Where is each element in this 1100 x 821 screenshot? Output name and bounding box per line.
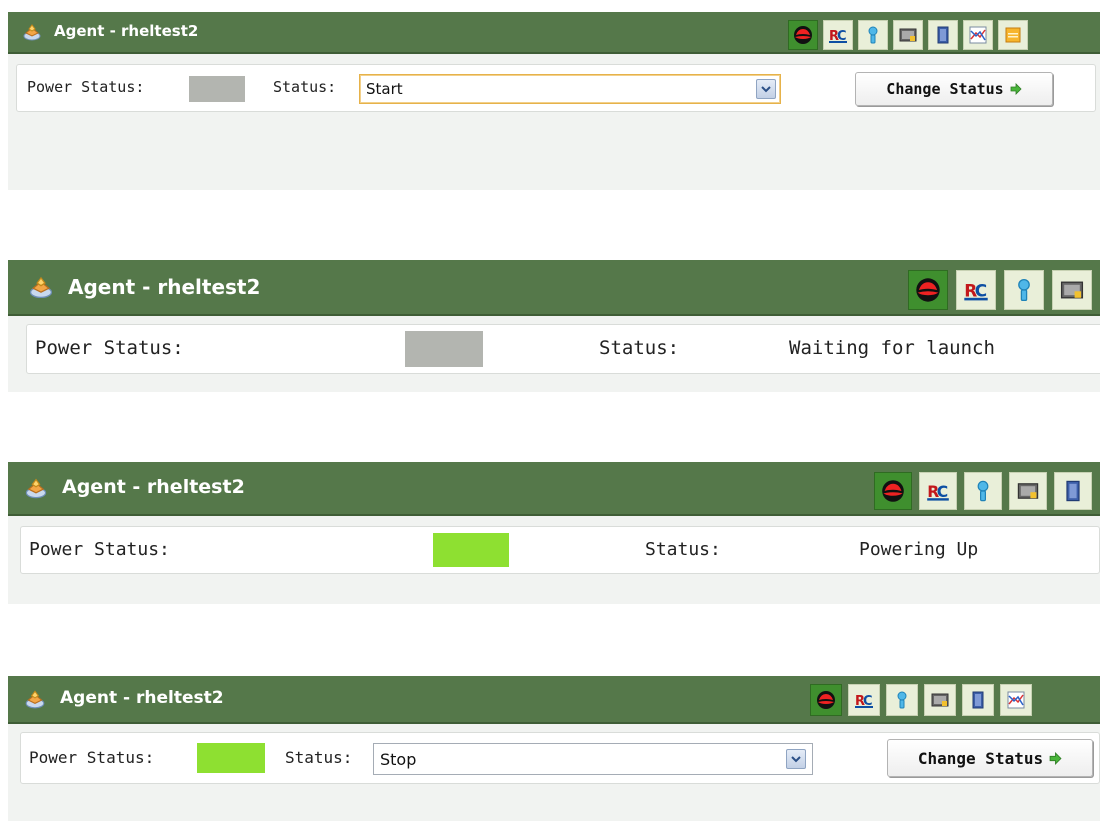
agent-panel-stop: Agent - rheltest2 Power Status: Status: … [8, 676, 1100, 821]
panel-titlebar: Agent - rheltest2 [8, 462, 1100, 516]
info-icon[interactable] [1004, 270, 1044, 310]
power-status-indicator [189, 76, 245, 102]
power-status-indicator [405, 331, 483, 367]
chevron-down-icon[interactable] [756, 79, 776, 99]
panel-titlebar: Agent - rheltest2 [8, 676, 1100, 724]
status-select[interactable]: Stop [373, 743, 813, 775]
book-icon[interactable] [1054, 472, 1092, 510]
change-status-button[interactable]: Change Status [887, 739, 1093, 777]
panel-title: Agent - rheltest2 [60, 688, 224, 708]
power-status-label: Power Status: [27, 78, 145, 96]
status-value: Waiting for launch [789, 337, 995, 359]
notes-icon[interactable] [998, 20, 1028, 50]
panel-title: Agent - rheltest2 [62, 476, 245, 498]
power-status-label: Power Status: [29, 748, 155, 767]
status-label: Status: [273, 78, 337, 96]
chart-icon[interactable] [963, 20, 993, 50]
agent-icon [24, 476, 48, 500]
panel-body: Power Status: Status: Waiting for launch [8, 316, 1100, 392]
agent-panel-waiting: Agent - rheltest2 Power Status: Status: … [8, 260, 1100, 392]
info-icon[interactable] [858, 20, 888, 50]
redhat-icon[interactable] [788, 20, 818, 50]
status-row: Power Status: Status: Stop Change Status [20, 732, 1100, 784]
panel-toolbar [874, 472, 1092, 510]
power-status-indicator [197, 743, 265, 773]
panel-toolbar [788, 20, 1028, 50]
status-row: Power Status: Status: Waiting for launch [26, 324, 1100, 374]
panel-titlebar: Agent - rheltest2 [8, 260, 1100, 316]
info-icon[interactable] [886, 684, 918, 716]
info-icon[interactable] [964, 472, 1002, 510]
status-select-value: Start [366, 80, 403, 98]
status-label: Status: [285, 748, 353, 767]
power-status-label: Power Status: [35, 337, 184, 359]
status-label: Status: [645, 539, 721, 560]
panel-title: Agent - rheltest2 [54, 22, 199, 40]
console-icon[interactable] [1052, 270, 1092, 310]
agent-icon [24, 688, 46, 710]
status-select-value: Stop [380, 750, 417, 769]
status-value: Powering Up [859, 539, 979, 560]
console-icon[interactable] [1009, 472, 1047, 510]
agent-panel-powering-up: Agent - rheltest2 Power Status: Status: … [8, 462, 1100, 604]
change-status-button[interactable]: Change Status [855, 72, 1053, 106]
chart-icon[interactable] [1000, 684, 1032, 716]
change-status-label: Change Status [917, 748, 1044, 768]
status-label: Status: [599, 337, 680, 359]
panel-titlebar: Agent - rheltest2 [8, 12, 1100, 54]
redhat-icon[interactable] [908, 270, 948, 310]
panel-body: Power Status: Status: Start Change Statu… [8, 54, 1100, 190]
book-icon[interactable] [962, 684, 994, 716]
console-icon[interactable] [924, 684, 956, 716]
agent-panel-start: Agent - rheltest2 Power Status: Status: … [8, 12, 1100, 190]
change-status-label: Change Status [886, 80, 1004, 98]
redhat-icon[interactable] [810, 684, 842, 716]
rc-icon[interactable] [823, 20, 853, 50]
panel-toolbar [810, 684, 1032, 716]
rc-icon[interactable] [848, 684, 880, 716]
panel-toolbar [908, 270, 1092, 310]
arrow-right-icon [1049, 752, 1062, 765]
panel-body: Power Status: Status: Stop Change Status [8, 724, 1100, 821]
status-row: Power Status: Status: Start Change Statu… [16, 64, 1096, 112]
agent-icon [28, 274, 54, 300]
power-status-indicator [433, 533, 509, 567]
status-row: Power Status: Status: Powering Up [20, 526, 1100, 574]
panel-body: Power Status: Status: Powering Up [8, 516, 1100, 604]
rc-icon[interactable] [919, 472, 957, 510]
power-status-label: Power Status: [29, 539, 170, 560]
console-icon[interactable] [893, 20, 923, 50]
arrow-right-icon [1010, 83, 1022, 95]
redhat-icon[interactable] [874, 472, 912, 510]
rc-icon[interactable] [956, 270, 996, 310]
status-select[interactable]: Start [359, 74, 781, 104]
agent-icon [22, 22, 42, 42]
chevron-down-icon[interactable] [786, 749, 806, 769]
book-icon[interactable] [928, 20, 958, 50]
panel-title: Agent - rheltest2 [68, 275, 261, 299]
